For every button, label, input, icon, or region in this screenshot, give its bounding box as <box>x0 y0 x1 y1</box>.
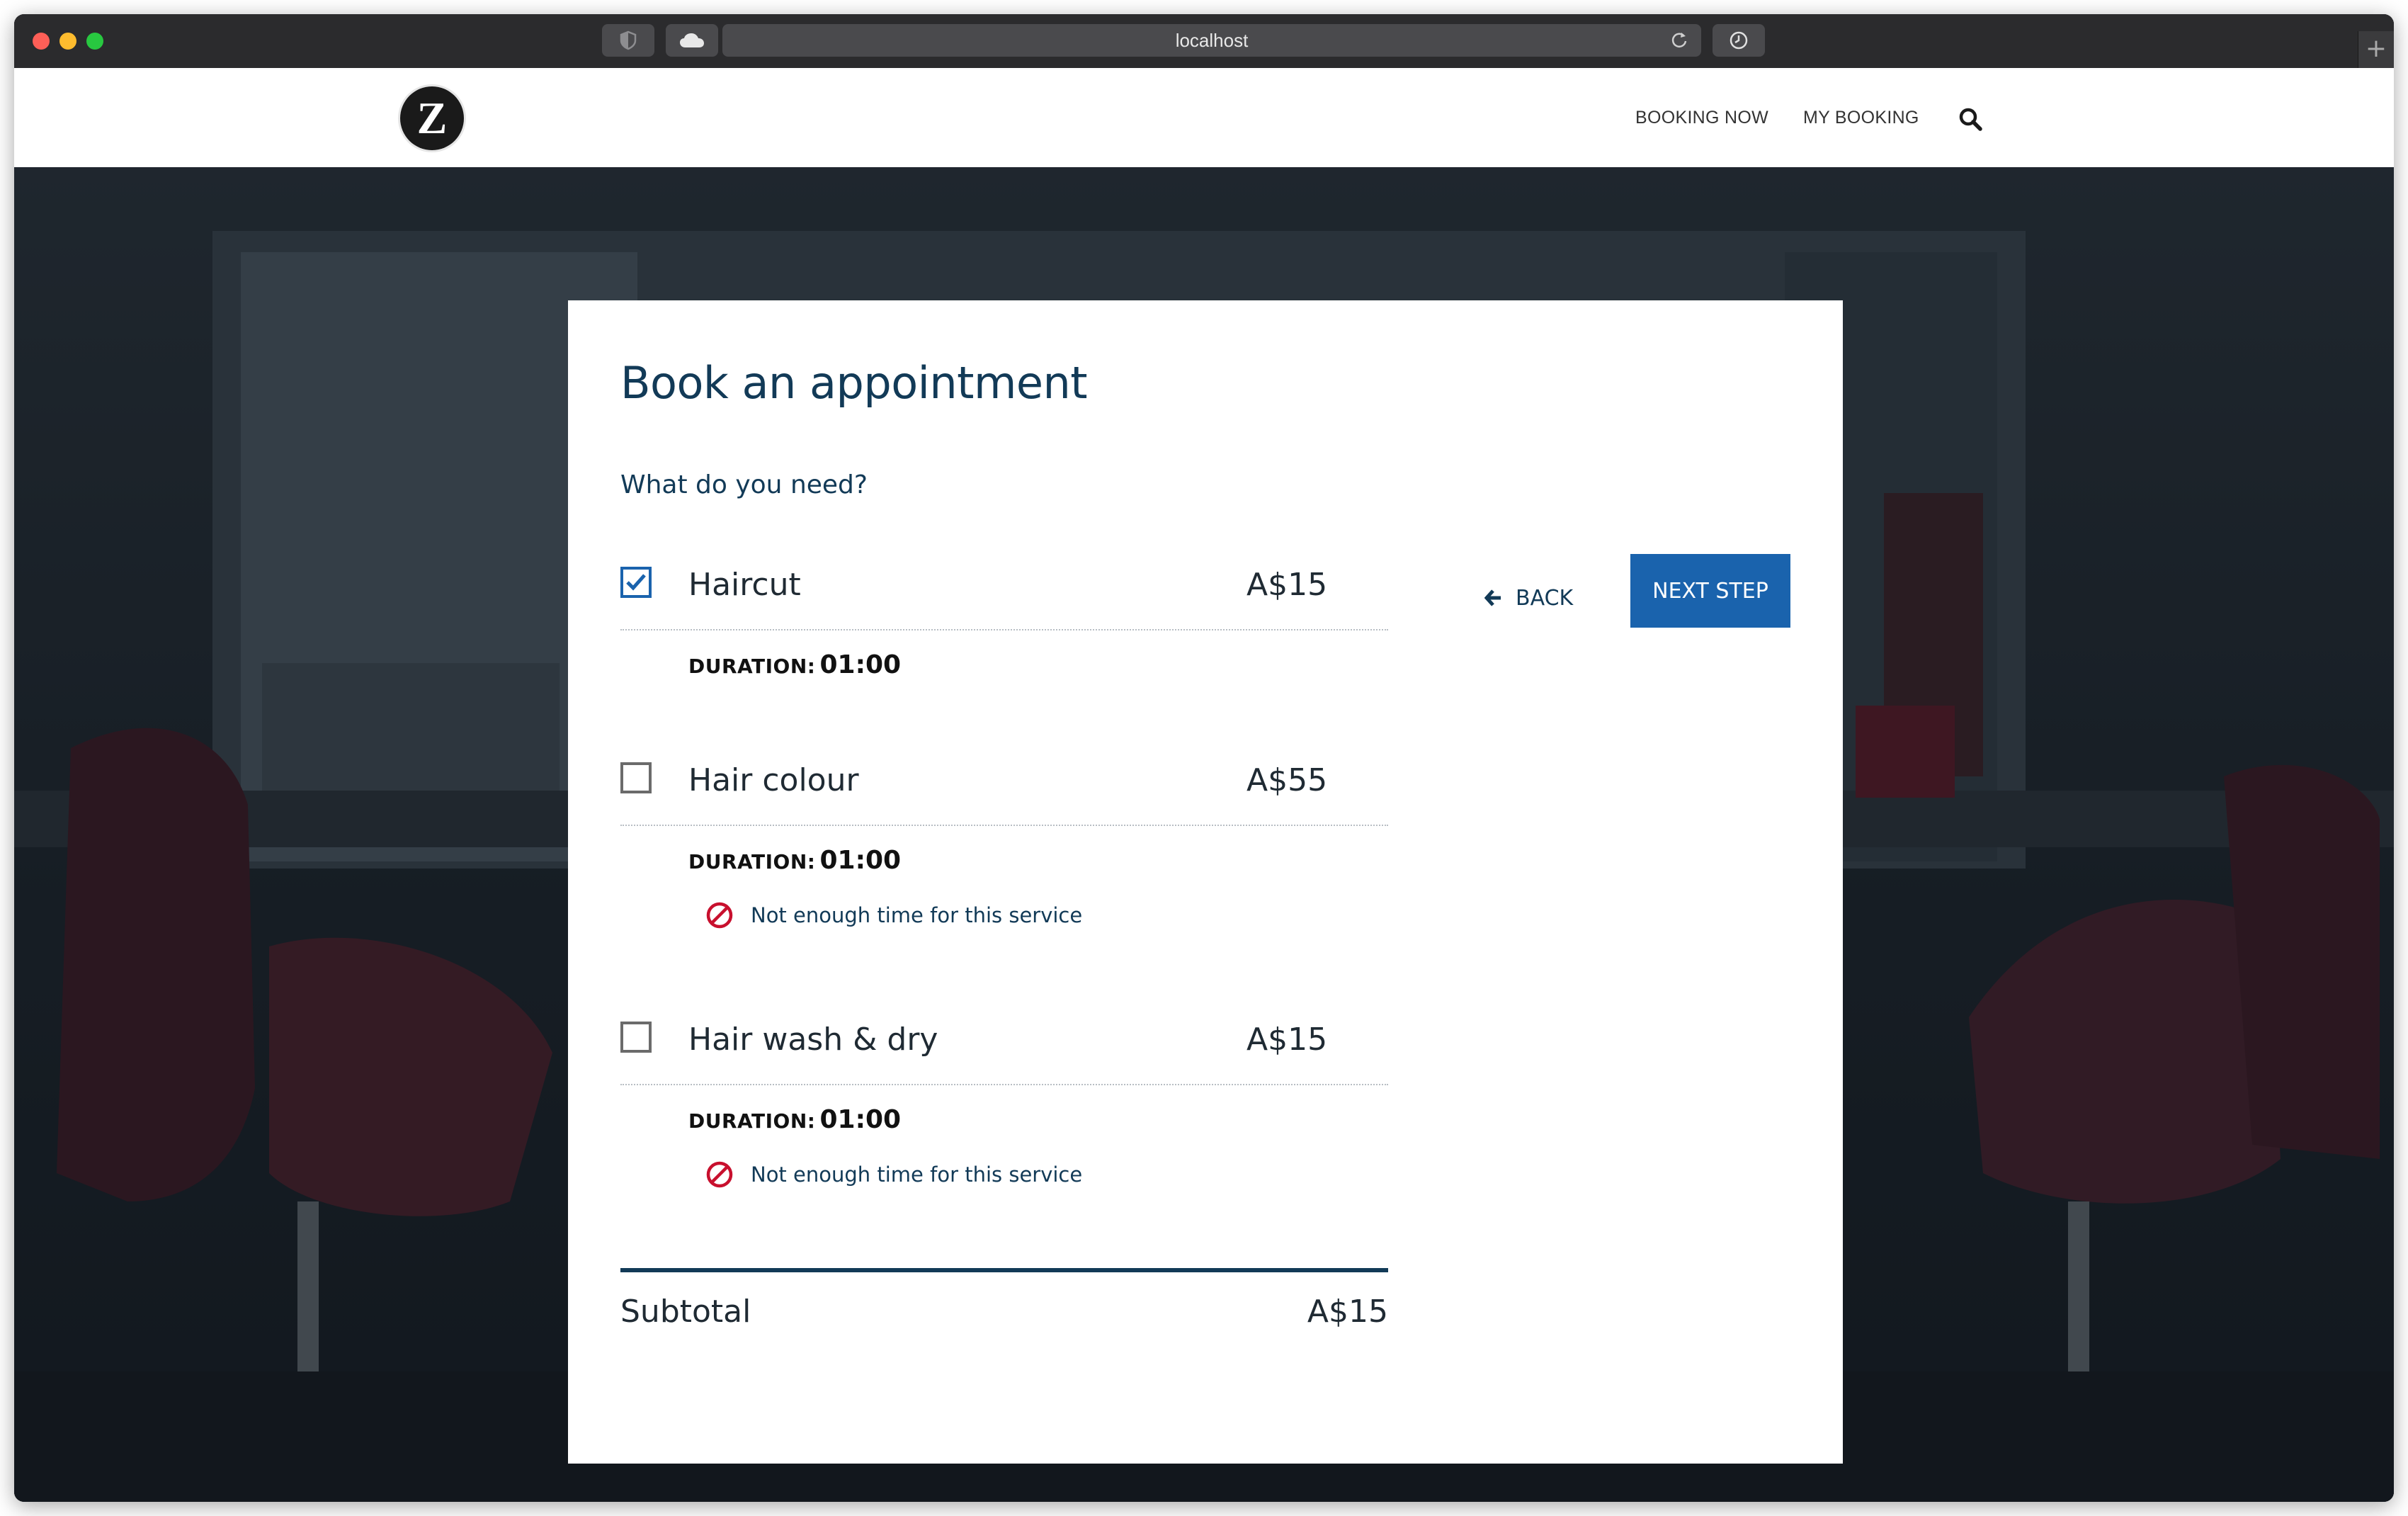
service-row[interactable]: Hair colour A$55 <box>620 751 1388 826</box>
service-warning: Not enough time for this service <box>705 1160 1082 1189</box>
duration-label: DURATION: <box>688 1109 816 1133</box>
history-button[interactable] <box>1713 24 1765 57</box>
duration-label: DURATION: <box>688 655 816 678</box>
icloud-tabs-button[interactable] <box>666 24 718 57</box>
warning-text: Not enough time for this service <box>751 1163 1083 1187</box>
service-price: A$55 <box>1246 762 1328 798</box>
warning-text: Not enough time for this service <box>751 903 1083 927</box>
service-item-haircut: Haircut A$15 DURATION: 01:00 <box>620 555 1388 679</box>
service-duration: DURATION: 01:00 <box>688 650 901 679</box>
service-item-hair-colour: Hair colour A$55 DURATION: 01:00 Not enou… <box>620 751 1388 929</box>
nav-my-booking[interactable]: MY BOOKING <box>1803 108 1919 128</box>
booking-card: Book an appointment What do you need? Ha… <box>568 300 1843 1464</box>
service-duration: DURATION: 01:00 <box>688 1105 901 1134</box>
service-checkbox-haircut[interactable] <box>620 567 652 598</box>
no-entry-icon <box>706 1161 733 1188</box>
service-name: Hair wash & dry <box>688 1022 938 1058</box>
subtotal-value: A$15 <box>1307 1294 1388 1330</box>
duration-value: 01:00 <box>819 650 902 679</box>
service-warning: Not enough time for this service <box>705 901 1082 929</box>
service-name: Hair colour <box>688 762 859 798</box>
shield-icon <box>620 30 637 50</box>
arrow-left-icon <box>1484 589 1501 606</box>
browser-window: localhost + Z BOOKING NOW MY BOOKING Boo… <box>14 14 2394 1502</box>
duration-label: DURATION: <box>688 850 816 873</box>
logo-letter: Z <box>416 93 448 143</box>
service-price: A$15 <box>1246 1022 1328 1058</box>
services-question: What do you need? <box>620 470 868 499</box>
subtotal-label: Subtotal <box>620 1294 751 1330</box>
cloud-icon <box>680 33 704 47</box>
back-button-label: BACK <box>1516 585 1574 611</box>
subtotal-row: Subtotal A$15 <box>620 1268 1388 1357</box>
site-logo[interactable]: Z <box>400 86 464 150</box>
next-step-button[interactable]: NEXT STEP <box>1630 554 1790 628</box>
nav-booking-now[interactable]: BOOKING NOW <box>1635 108 1768 128</box>
duration-value: 01:00 <box>819 1105 902 1134</box>
service-checkbox-hair-wash-dry[interactable] <box>620 1022 652 1053</box>
search-icon[interactable] <box>1958 106 1984 133</box>
service-row[interactable]: Haircut A$15 <box>620 555 1388 630</box>
zoom-window-button[interactable] <box>86 33 103 50</box>
address-text: localhost <box>1175 29 1249 51</box>
no-entry-icon <box>706 902 733 929</box>
service-price: A$15 <box>1246 567 1328 603</box>
close-window-button[interactable] <box>33 33 50 50</box>
service-duration: DURATION: 01:00 <box>688 846 901 875</box>
browser-toolbar: localhost + <box>14 14 2394 69</box>
site-header: Z BOOKING NOW MY BOOKING <box>14 68 2394 167</box>
service-item-hair-wash-dry: Hair wash & dry A$15 DURATION: 01:00 Not … <box>620 1010 1388 1188</box>
checkmark-icon <box>626 574 646 591</box>
duration-value: 01:00 <box>819 846 902 875</box>
back-button[interactable]: BACK <box>1484 577 1573 619</box>
plus-icon: + <box>2365 34 2387 63</box>
service-checkbox-hair-colour[interactable] <box>620 762 652 793</box>
new-tab-button[interactable]: + <box>2358 31 2394 68</box>
page-title: Book an appointment <box>620 357 1088 409</box>
clock-icon <box>1730 31 1748 50</box>
address-bar[interactable]: localhost <box>722 24 1701 57</box>
hero-background: Book an appointment What do you need? Ha… <box>14 167 2394 1502</box>
service-row[interactable]: Hair wash & dry A$15 <box>620 1010 1388 1085</box>
reload-icon[interactable] <box>1669 30 1690 51</box>
service-name: Haircut <box>688 567 801 603</box>
minimize-window-button[interactable] <box>59 33 76 50</box>
privacy-button[interactable] <box>602 24 654 57</box>
